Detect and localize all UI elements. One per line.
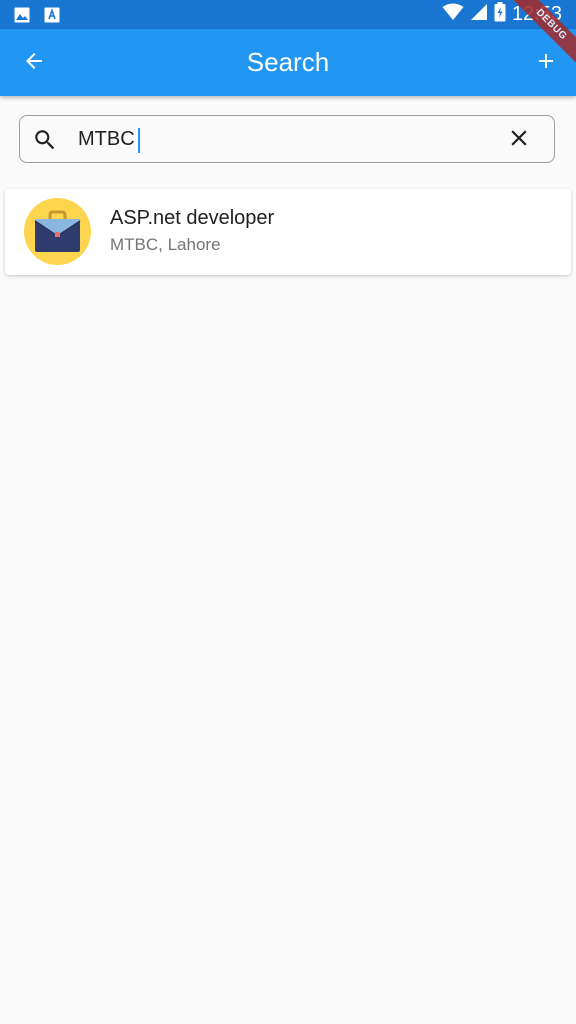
job-title: ASP.net developer (110, 207, 275, 229)
font-download-icon (44, 7, 60, 28)
notification-icons (14, 7, 60, 28)
status-bar: 12:53 (0, 0, 576, 29)
search-screen: 12:53 DEBUG Search (0, 0, 576, 1024)
search-icon (32, 127, 58, 153)
plus-icon (534, 49, 558, 78)
signal-icon (470, 3, 488, 26)
job-company-location: MTBC, Lahore (110, 235, 221, 254)
clear-search-button[interactable] (506, 127, 532, 153)
close-icon (506, 125, 532, 156)
app-bar: Search (0, 29, 576, 96)
job-avatar (24, 198, 91, 265)
battery-charging-icon (494, 1, 506, 27)
briefcase-icon (24, 210, 91, 265)
page-title: Search (246, 47, 330, 77)
text-cursor (138, 128, 140, 153)
image-icon (14, 7, 30, 28)
search-box (19, 115, 555, 163)
search-result-item[interactable]: ASP.net developer MTBC, Lahore (5, 189, 571, 275)
wifi-icon (442, 3, 464, 26)
